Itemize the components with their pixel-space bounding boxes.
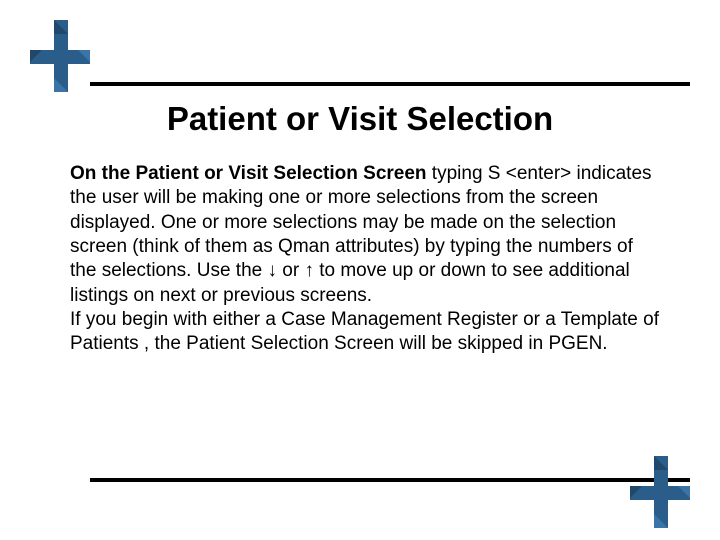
page-title: Patient or Visit Selection	[0, 100, 720, 138]
logo-top	[30, 20, 90, 92]
paragraph-2: If you begin with either a Case Manageme…	[70, 308, 660, 357]
paragraph-1: On the Patient or Visit Selection Screen…	[70, 162, 660, 308]
body-text: On the Patient or Visit Selection Screen…	[70, 162, 660, 357]
p1-rest: typing S <enter> indicates the user will…	[70, 163, 652, 306]
slide: Patient or Visit Selection On the Patien…	[0, 0, 720, 540]
top-band	[0, 0, 720, 100]
bottom-band	[0, 460, 720, 540]
bold-lead: On the Patient or Visit Selection Screen	[70, 163, 427, 184]
bottom-rule	[90, 478, 690, 482]
logo-bottom	[630, 456, 690, 528]
top-rule	[90, 82, 690, 86]
